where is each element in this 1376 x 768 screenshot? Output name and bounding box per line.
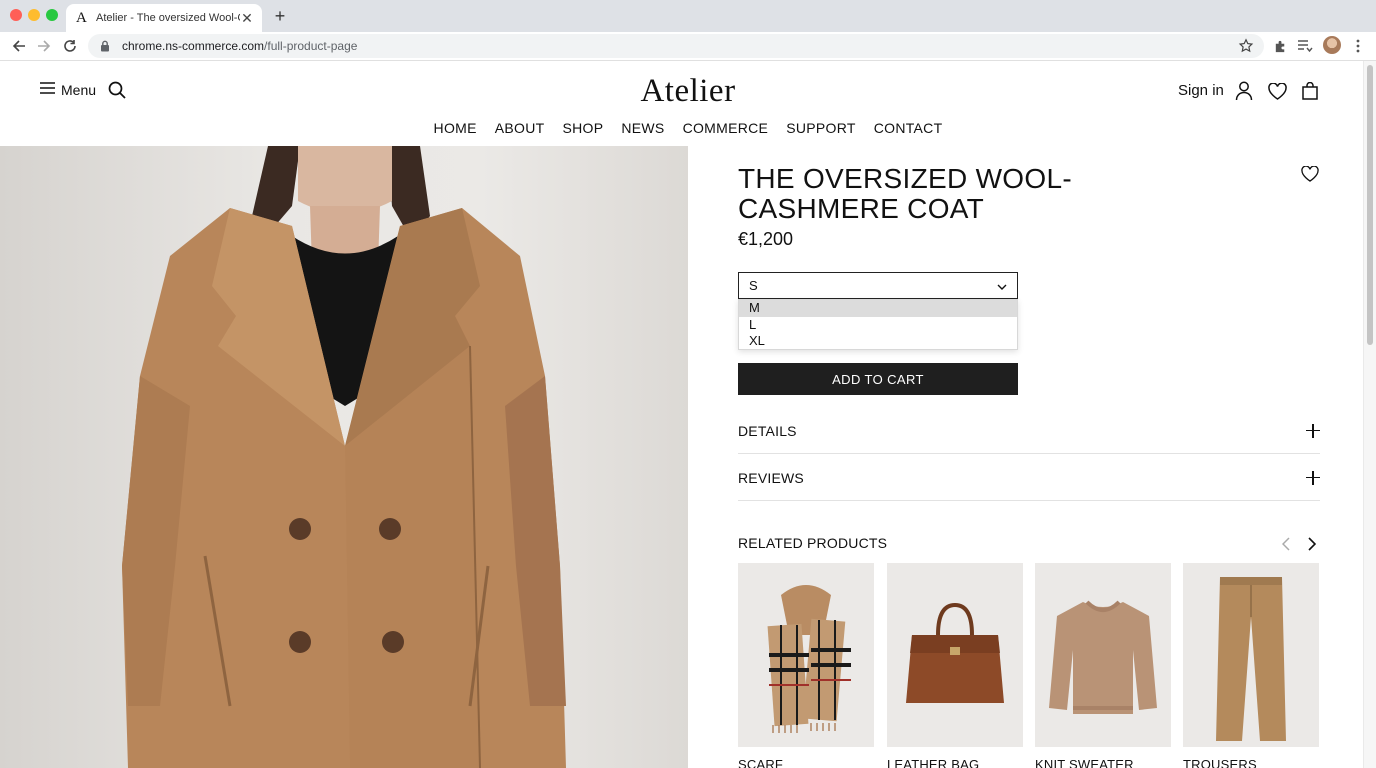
sign-in-link[interactable]: Sign in	[1178, 82, 1224, 99]
new-tab-button[interactable]: +	[270, 6, 290, 26]
nav-home[interactable]: HOME	[434, 120, 477, 136]
chevron-left-icon[interactable]	[1278, 535, 1294, 553]
nav-shop[interactable]: SHOP	[562, 120, 603, 136]
reading-list-icon[interactable]	[1296, 37, 1314, 55]
nav-commerce[interactable]: COMMERCE	[683, 120, 769, 136]
size-select[interactable]: S	[738, 272, 1018, 299]
reload-icon[interactable]	[61, 37, 79, 55]
related-product-name: LEATHER BAG	[887, 757, 980, 768]
related-product-name: KNIT SWEATER	[1035, 757, 1134, 768]
product-title: THE OVERSIZED WOOL-CASHMERE COAT	[738, 163, 1072, 224]
related-products-title: RELATED PRODUCTS	[738, 535, 888, 551]
page-scrollbar[interactable]	[1363, 61, 1376, 768]
tab-favicon-icon: A	[76, 9, 87, 26]
related-product-name: TROUSERS	[1183, 757, 1257, 768]
size-dropdown-list: M L XL	[738, 299, 1018, 350]
product-wishlist-heart-icon[interactable]	[1301, 165, 1321, 186]
size-option-l[interactable]: L	[739, 317, 1017, 334]
nav-news[interactable]: NEWS	[621, 120, 664, 136]
main-navigation: HOME ABOUT SHOP NEWS COMMERCE SUPPORT CO…	[0, 120, 1376, 136]
chevron-right-icon[interactable]	[1304, 535, 1320, 553]
related-product-card[interactable]: SCARF	[738, 563, 874, 768]
menu-button[interactable]: Menu	[40, 81, 96, 99]
tab-title: Atelier - The oversized Wool-C	[96, 12, 240, 24]
scarf-image	[738, 563, 874, 747]
product-hero-image	[0, 146, 688, 768]
nav-support[interactable]: SUPPORT	[786, 120, 856, 136]
browser-toolbar: chrome.ns-commerce.com/full-product-page	[0, 32, 1376, 61]
related-product-card[interactable]: TROUSERS	[1183, 563, 1319, 768]
reviews-accordion[interactable]: REVIEWS	[738, 455, 1320, 501]
url-path: /full-product-page	[264, 39, 358, 53]
details-accordion[interactable]: DETAILS	[738, 408, 1320, 454]
browser-tab[interactable]: A Atelier - The oversized Wool-C ✕	[66, 4, 262, 32]
trousers-image	[1183, 563, 1319, 747]
scrollbar-thumb[interactable]	[1367, 65, 1373, 345]
window-maximize-button[interactable]	[46, 9, 58, 21]
size-selected-value: S	[749, 278, 758, 293]
related-product-name: SCARF	[738, 757, 784, 768]
product-price: €1,200	[738, 229, 794, 249]
chevron-down-icon	[997, 278, 1007, 293]
knit-sweater-image	[1035, 563, 1171, 747]
hamburger-icon	[40, 81, 55, 99]
bookmark-star-icon[interactable]	[1238, 38, 1254, 54]
size-option-xl[interactable]: XL	[739, 333, 1017, 350]
address-bar[interactable]: chrome.ns-commerce.com/full-product-page	[88, 34, 1264, 58]
url-domain: chrome.ns-commerce.com	[122, 39, 265, 53]
plus-icon	[1306, 470, 1320, 485]
forward-arrow-icon[interactable]	[35, 37, 53, 55]
tab-close-icon[interactable]: ✕	[240, 10, 254, 27]
search-icon[interactable]	[108, 81, 128, 101]
site-logo[interactable]: Atelier	[600, 73, 776, 110]
profile-avatar[interactable]	[1323, 36, 1341, 54]
related-product-card[interactable]: LEATHER BAG	[887, 563, 1023, 768]
lock-icon	[100, 40, 112, 52]
menu-label: Menu	[61, 82, 97, 98]
details-label: DETAILS	[738, 422, 797, 439]
extensions-puzzle-icon[interactable]	[1271, 37, 1289, 55]
nav-about[interactable]: ABOUT	[495, 120, 545, 136]
shopping-bag-icon[interactable]	[1299, 80, 1321, 102]
size-option-m[interactable]: M	[739, 300, 1017, 317]
browser-tab-strip: A Atelier - The oversized Wool-C ✕ +	[0, 0, 1376, 32]
plus-icon	[1306, 423, 1320, 438]
url-text: chrome.ns-commerce.com/full-product-page	[122, 39, 357, 53]
account-icon[interactable]	[1233, 80, 1255, 102]
nav-contact[interactable]: CONTACT	[874, 120, 943, 136]
reviews-label: REVIEWS	[738, 469, 804, 486]
browser-menu-icon[interactable]	[1349, 37, 1367, 55]
add-to-cart-button[interactable]: ADD TO CART	[738, 363, 1018, 395]
leather-bag-image	[887, 563, 1023, 747]
back-arrow-icon[interactable]	[10, 37, 28, 55]
window-minimize-button[interactable]	[28, 9, 40, 21]
window-close-button[interactable]	[10, 9, 22, 21]
wishlist-heart-icon[interactable]	[1266, 80, 1288, 102]
site-header: Menu Atelier Sign in HOME ABOUT SHOP NEW…	[0, 61, 1363, 146]
related-product-card[interactable]: KNIT SWEATER	[1035, 563, 1171, 768]
